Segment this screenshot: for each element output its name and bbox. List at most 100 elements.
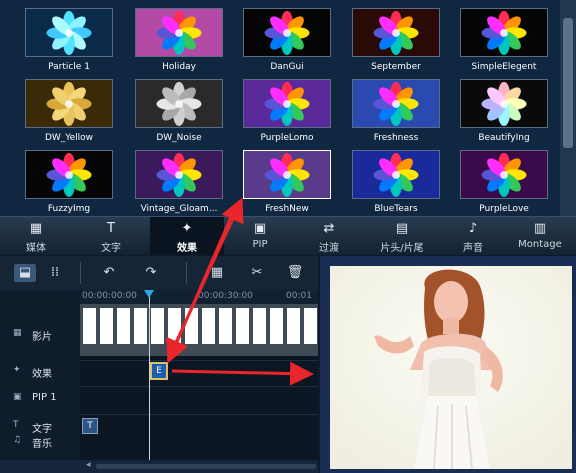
- effect-tile[interactable]: FuzzyImg: [25, 148, 133, 218]
- undo-icon[interactable]: ↶: [98, 264, 120, 282]
- effect-tile[interactable]: PurpleLomo: [243, 77, 351, 147]
- tab-label: 效果: [177, 243, 197, 254]
- film-frame: [134, 308, 147, 344]
- transition-icon: ⇄: [323, 221, 335, 236]
- effect-label: Freshness: [373, 133, 419, 143]
- film-frame: [236, 308, 249, 344]
- effect-tile[interactable]: DW_Yellow: [25, 77, 133, 147]
- redo-icon[interactable]: ↷: [140, 264, 162, 282]
- effect-tile[interactable]: DW_Noise: [135, 77, 243, 147]
- ruler-mark: 00:00:00:00: [82, 291, 137, 301]
- track-name: 音乐: [32, 439, 52, 450]
- pip-icon: ▣: [253, 221, 267, 236]
- effect-tile[interactable]: FreshNew: [243, 148, 351, 218]
- tab-montage[interactable]: ▥ Montage: [504, 217, 576, 255]
- effect-label: FuzzyImg: [47, 204, 91, 214]
- effect-tile[interactable]: September: [352, 6, 460, 76]
- effect-tile[interactable]: PurpleLove: [460, 148, 568, 218]
- storyboard-icon[interactable]: ⬓: [14, 264, 36, 282]
- effect-thumbnail: [352, 8, 440, 57]
- pip-track-row: [80, 386, 318, 411]
- effect-tile[interactable]: Holiday: [135, 6, 243, 76]
- gallery-scrollbar[interactable]: [560, 0, 576, 216]
- scroll-left-icon[interactable]: ◂: [86, 460, 91, 470]
- effect-tile[interactable]: DanGui: [243, 6, 351, 76]
- track-label-text[interactable]: T 文字: [0, 420, 80, 435]
- effect-thumbnail: [135, 150, 223, 199]
- effect-tile[interactable]: Vintage_Gloam...: [135, 148, 243, 218]
- timeline-view-icon[interactable]: ⁞⁞: [44, 264, 66, 282]
- effect-label: Particle 1: [48, 62, 90, 72]
- track-label-video[interactable]: ▦ 影片: [0, 328, 80, 343]
- text-clip[interactable]: T: [82, 418, 98, 434]
- scissors-icon[interactable]: ✂: [246, 264, 268, 282]
- playhead-marker[interactable]: [144, 290, 154, 298]
- film-frame: [202, 308, 215, 344]
- tab-effects[interactable]: ✦ 效果: [150, 217, 224, 255]
- tab-text[interactable]: T 文字: [72, 217, 150, 255]
- film-frame: [151, 308, 164, 344]
- film-frame: [287, 308, 300, 344]
- effect-thumbnail: [135, 79, 223, 128]
- delete-icon[interactable]: 🗑: [284, 264, 306, 282]
- effect-tile[interactable]: BeautifyIng: [460, 77, 568, 147]
- film-frame: [100, 308, 113, 344]
- film-frame: [253, 308, 266, 344]
- tab-credits[interactable]: ▤ 片头/片尾: [362, 217, 442, 255]
- film-frame: [304, 308, 317, 344]
- video-track-icon: ▦: [13, 328, 22, 338]
- effect-label: FreshNew: [265, 204, 309, 214]
- effect-thumbnail: [243, 79, 331, 128]
- effect-track-row: [80, 360, 318, 383]
- effect-thumbnail: [460, 150, 548, 199]
- effect-label: BeautifyIng: [478, 133, 530, 143]
- tab-transition[interactable]: ⇄ 过渡: [296, 217, 362, 255]
- effect-label: DW_Noise: [156, 133, 202, 143]
- timeline-area[interactable]: 00:00:00:00 00:00:30:00 00:01 E T: [80, 290, 318, 460]
- film-split-icon[interactable]: ▦: [206, 264, 228, 282]
- effect-label: Vintage_Gloam...: [140, 204, 218, 214]
- video-clip[interactable]: [80, 304, 318, 356]
- category-tab-bar: ▦ 媒体 T 文字 ✦ 效果 ▣ PIP ⇄ 过渡 ▤ 片头/片尾 ♪ 声音 ▥ Montage: [0, 216, 576, 255]
- scrollbar-thumb[interactable]: [563, 18, 573, 148]
- film-frame: [270, 308, 283, 344]
- effect-thumbnail: [352, 150, 440, 199]
- effect-tile[interactable]: Particle 1: [25, 6, 133, 76]
- time-ruler[interactable]: 00:00:00:00 00:00:30:00 00:01: [80, 290, 318, 304]
- toolbar-divider: [80, 262, 81, 284]
- effect-tile[interactable]: Freshness: [352, 77, 460, 147]
- tab-sound[interactable]: ♪ 声音: [442, 217, 504, 255]
- credits-icon: ▤: [395, 221, 409, 236]
- effect-label: DanGui: [270, 62, 304, 72]
- effect-thumbnail: [460, 79, 548, 128]
- scrollbar-thumb[interactable]: [96, 464, 316, 469]
- timeline-scrollbar[interactable]: ◂: [0, 460, 318, 473]
- track-label-effect[interactable]: ✦ 效果: [0, 365, 80, 380]
- pip-track-icon: ▣: [13, 392, 22, 402]
- headphones-icon: ♪: [468, 221, 478, 236]
- effect-thumbnail: [25, 79, 113, 128]
- track-header-panel: ▦ 影片 ✦ 效果 ▣ PIP 1 T 文字 ♫ 音乐: [0, 290, 80, 460]
- track-label-pip[interactable]: ▣ PIP 1: [0, 392, 80, 406]
- effect-tile[interactable]: SimpleElegent: [460, 6, 568, 76]
- effect-tile[interactable]: BlueTears: [352, 148, 460, 218]
- tab-label: 过渡: [319, 243, 339, 254]
- tab-label: 片头/片尾: [380, 243, 424, 254]
- film-icon: ▦: [29, 221, 43, 236]
- tab-pip[interactable]: ▣ PIP: [224, 217, 296, 255]
- effect-clip[interactable]: E: [150, 362, 168, 380]
- track-label-music[interactable]: ♫ 音乐: [0, 435, 80, 450]
- text-track-icon: T: [13, 420, 19, 430]
- track-name: 文字: [32, 424, 52, 435]
- effect-thumbnail: [460, 8, 548, 57]
- tab-media[interactable]: ▦ 媒体: [0, 217, 72, 255]
- timeline-toolbar: ⬓ ⁞⁞ ↶ ↷ ▦ ✂ 🗑: [0, 256, 318, 291]
- effect-label: BlueTears: [374, 204, 418, 214]
- text-track-row: [80, 414, 318, 435]
- effect-thumbnail: [243, 8, 331, 57]
- film-frame: [83, 308, 96, 344]
- effect-label: Holiday: [162, 62, 196, 72]
- effect-thumbnail: [25, 150, 113, 199]
- music-track-icon: ♫: [13, 435, 22, 445]
- effect-label: DW_Yellow: [44, 133, 94, 143]
